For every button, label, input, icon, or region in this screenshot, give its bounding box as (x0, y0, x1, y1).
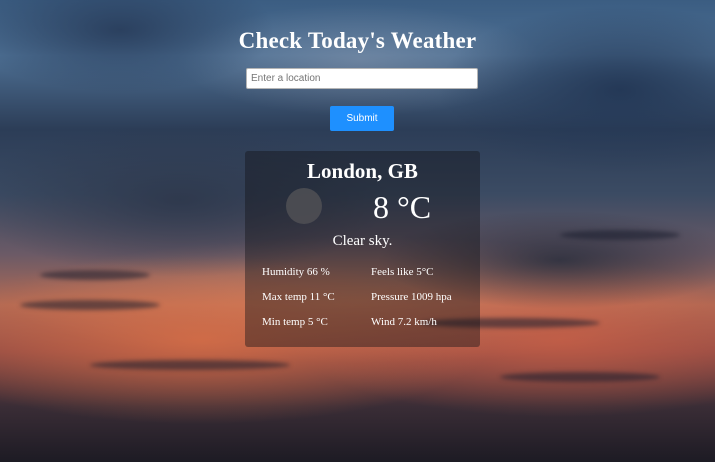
temperature-value: 8 °C (373, 189, 432, 225)
humidity-detail: Humidity 66 % (262, 266, 330, 278)
weather-card: London, GB 8 °C Clear sky. Humidity 66 %… (245, 151, 480, 347)
submit-button[interactable]: Submit (330, 106, 394, 131)
city-name: London, GB (307, 159, 418, 183)
location-input[interactable] (246, 68, 478, 89)
weather-description: Clear sky. (332, 233, 393, 249)
page-title: Check Today's Weather (238, 28, 477, 53)
wind-detail: Wind 7.2 km/h (371, 316, 437, 328)
pressure-detail: Pressure 1009 hpa (371, 291, 452, 303)
min-temp-detail: Min temp 5 °C (262, 316, 328, 328)
max-temp-detail: Max temp 11 °C (262, 291, 335, 303)
weather-page: Check Today's Weather Submit London, GB … (0, 0, 715, 462)
weather-condition-icon (286, 188, 322, 224)
feels-like-detail: Feels like 5°C (371, 266, 434, 278)
